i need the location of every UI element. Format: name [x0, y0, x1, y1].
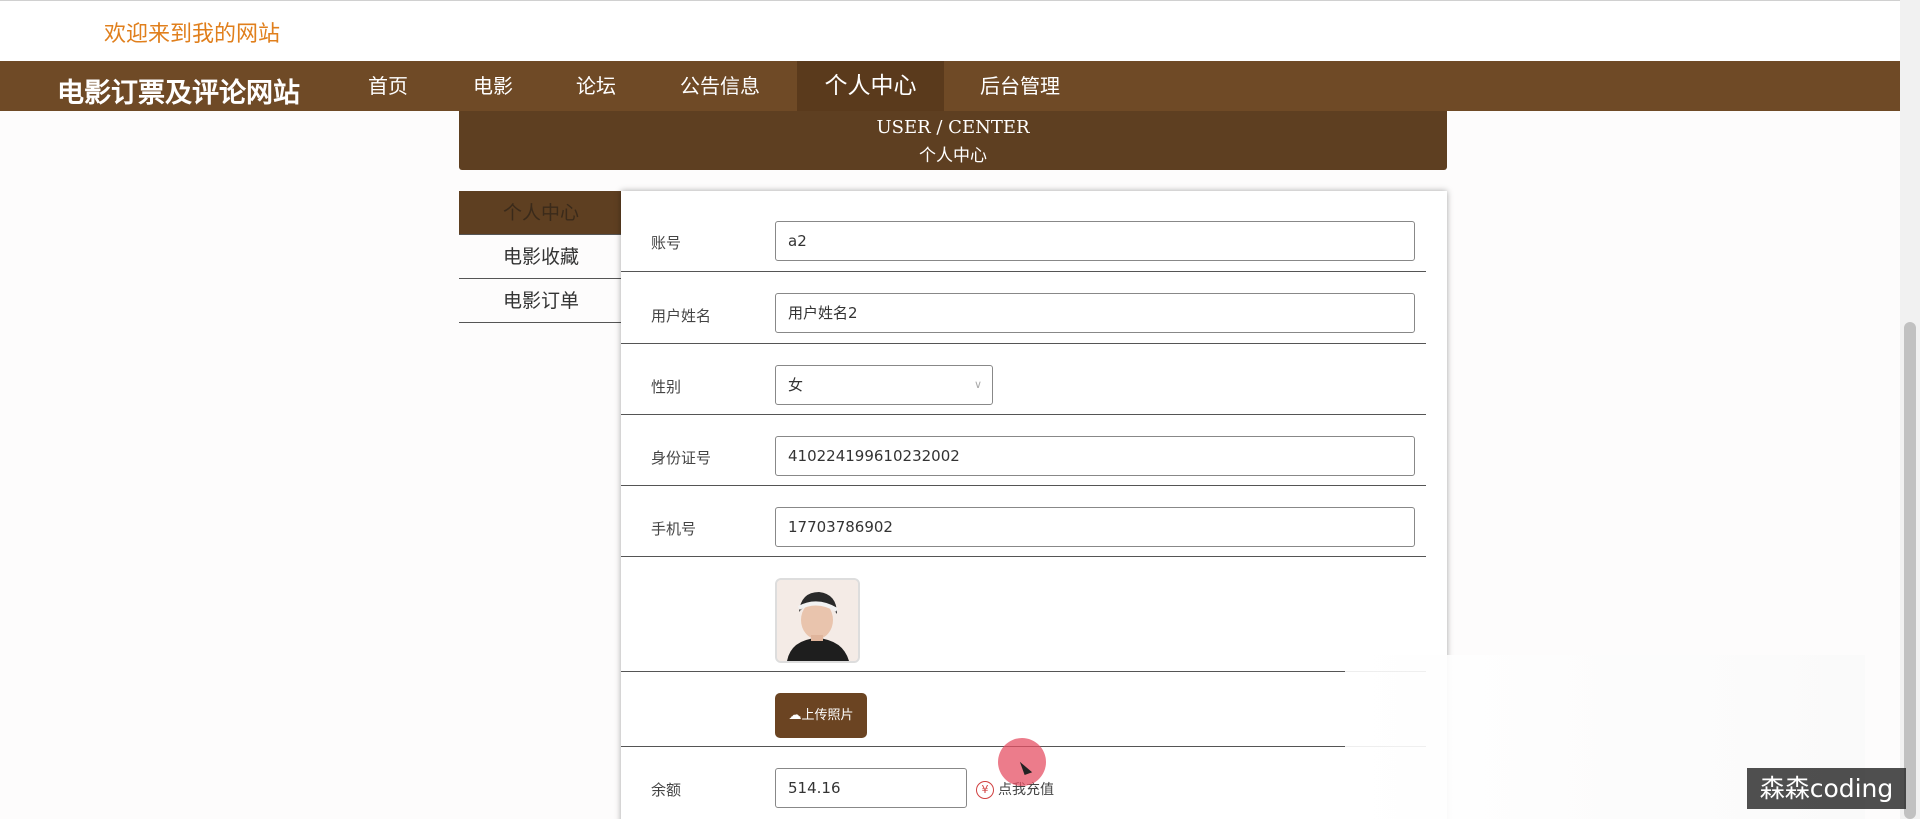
form-row-gender: 性别 女 ∨ [621, 344, 1426, 415]
username-label: 用户姓名 [651, 307, 712, 325]
page: 欢迎来到我的网站 电影订票及评论网站 首页 电影 论坛 公告信息 个人中心 后台… [0, 0, 1920, 819]
account-field[interactable]: a2 [775, 221, 1415, 261]
sidebar-item-favorites[interactable]: 电影收藏 [459, 235, 621, 279]
form-row-username: 用户姓名 用户姓名2 [621, 272, 1426, 344]
chevron-down-icon: ∨ [973, 378, 982, 391]
yen-icon: ¥ [976, 781, 994, 799]
page-banner: USER / CENTER 个人中心 [459, 111, 1447, 170]
nav-item-user-center[interactable]: 个人中心 [797, 61, 944, 111]
avatar-photo [777, 580, 858, 661]
scrollbar-thumb[interactable] [1904, 322, 1916, 819]
username-field[interactable]: 用户姓名2 [775, 293, 1415, 333]
nav-item-forum[interactable]: 论坛 [546, 61, 646, 111]
form-row-upload [621, 672, 1426, 747]
page-scrollbar[interactable] [1900, 0, 1920, 819]
gender-select[interactable]: 女 ∨ [775, 365, 993, 405]
nav-item-admin[interactable]: 后台管理 [950, 61, 1090, 111]
nav-item-home[interactable]: 首页 [338, 61, 438, 111]
main-nav: 电影订票及评论网站 首页 电影 论坛 公告信息 个人中心 后台管理 [0, 61, 1900, 111]
balance-label: 余额 [651, 781, 682, 799]
sidebar-menu: 个人中心 电影收藏 电影订单 [459, 191, 621, 323]
sidebar-item-user-center[interactable]: 个人中心 [459, 191, 621, 235]
id-number-label: 身份证号 [651, 449, 712, 467]
banner-title-cn: 个人中心 [919, 146, 987, 166]
form-row-account: 账号 a2 [621, 191, 1426, 272]
profile-form: 账号 a2 用户姓名 用户姓名2 性别 女 ∨ 身份证号 41022419961… [621, 191, 1447, 819]
avatar [775, 578, 860, 663]
form-row-phone: 手机号 17703786902 [621, 486, 1426, 557]
form-row-avatar [621, 557, 1426, 672]
phone-field[interactable]: 17703786902 [775, 507, 1415, 547]
upload-photo-label: 上传照片 [801, 708, 854, 723]
welcome-text: 欢迎来到我的网站 [104, 22, 281, 47]
top-bar: 欢迎来到我的网站 [0, 0, 1900, 61]
phone-label: 手机号 [651, 520, 697, 538]
balance-field: 514.16 [775, 768, 967, 808]
upload-photo-button[interactable]: ☁上传照片 [775, 693, 867, 738]
site-brand[interactable]: 电影订票及评论网站 [57, 71, 300, 110]
id-number-field[interactable]: 410224199610232002 [775, 436, 1415, 476]
nav-item-notices[interactable]: 公告信息 [650, 61, 790, 111]
watermark: 森森coding [1747, 768, 1906, 809]
account-label: 账号 [651, 234, 682, 252]
form-row-id-number: 身份证号 410224199610232002 [621, 415, 1426, 486]
banner-title-en: USER / CENTER [876, 117, 1030, 138]
cloud-upload-icon: ☁ [788, 708, 802, 723]
gender-select-value: 女 [788, 376, 804, 394]
sidebar-item-orders[interactable]: 电影订单 [459, 279, 621, 323]
gender-label: 性别 [651, 378, 682, 396]
nav-item-movies[interactable]: 电影 [443, 61, 543, 111]
